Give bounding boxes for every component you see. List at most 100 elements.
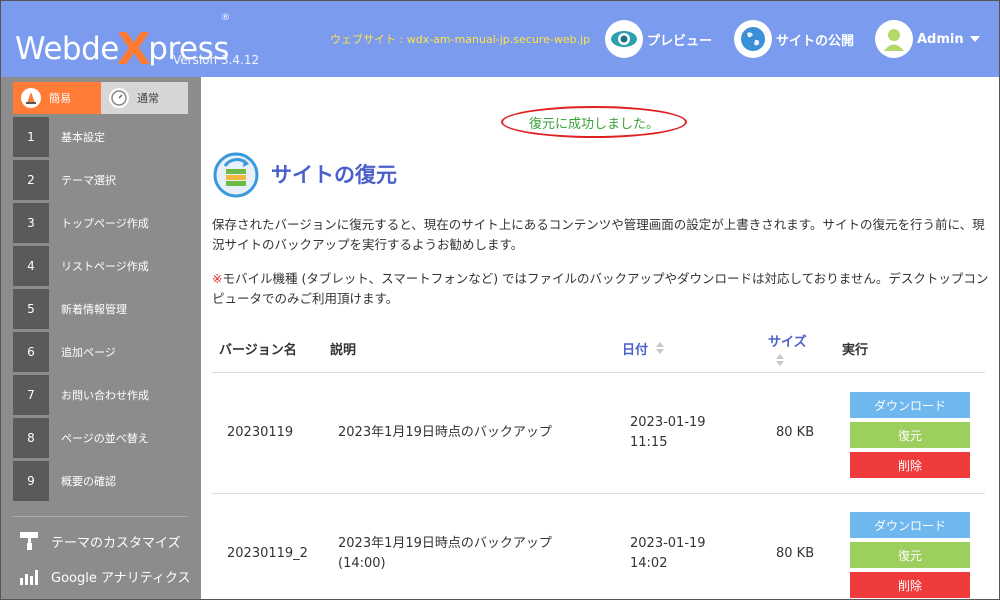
date-cell: 2023-01-19 11:15 [630,413,706,453]
version-cell: 20230119 [227,425,294,440]
column-header-description: 説明 [330,342,357,358]
eye-icon [605,20,643,58]
description-line: 2023年1月19日時点のバックアップ [338,536,552,551]
sidebar-divider [13,516,188,517]
restore-description: 保存されたバージョンに復元すると、現在のサイト上にあるコンテンツや管理画面の設定… [212,217,985,252]
theme-customize-label: テーマのカスタマイズ [51,535,181,551]
logo-x: X [116,24,151,75]
description-cell: 2023年1月19日時点のバックアップ (14:00) [338,534,552,574]
preview-button[interactable]: プレビュー [605,19,712,59]
sort-icon [776,353,784,366]
sidebar-item-label: リストページ作成 [61,260,149,273]
publish-label: サイトの公開 [776,33,855,49]
sidebar-item-additional-page[interactable]: 6 追加ページ [13,332,201,372]
sidebar-item-theme-select[interactable]: 2 テーマ選択 [13,160,201,200]
size-header-label: サイズ [768,334,807,350]
app-frame: WebdeXpress ® Version 3.4.12 ウェブサイト : wdx… [0,0,1000,600]
time-value: 14:02 [630,556,668,571]
sort-icon [656,342,665,354]
date-value: 2023-01-19 [630,536,706,551]
size-cell: 80 KB [776,546,815,561]
size-cell: 80 KB [776,425,815,440]
google-analytics-label: Google アナリティクス [51,570,191,586]
logo-text-pre: Webde [15,31,119,67]
date-value: 2023-01-19 [630,415,706,430]
publish-site-button[interactable]: サイトの公開 [734,19,854,59]
theme-customize-link[interactable]: テーマのカスタマイズ [19,531,181,551]
step-number: 6 [13,332,49,372]
sidebar-item-label: 概要の確認 [61,475,116,488]
mode-simple-icon [21,88,41,108]
mode-tab-label: 簡易 [49,92,71,105]
mode-tabs: 簡易 通常 [13,82,188,114]
date-header-label: 日付 [622,342,649,358]
description-line: (14:00) [338,556,386,571]
sidebar-item-top-page[interactable]: 3 トップページ作成 [13,203,201,243]
sidebar-item-contact[interactable]: 7 お問い合わせ作成 [13,375,201,415]
description-cell: 2023年1月19日時点のバックアップ [338,423,552,443]
step-number: 3 [13,203,49,243]
main-content: 復元に成功しました。 サイトの復元 保存されたバージョンに復元すると、現在のサイ… [201,77,999,599]
sidebar-item-label: 新着情報管理 [61,303,127,316]
success-highlight: 復元に成功しました。 [501,106,687,138]
sidebar-item-label: 追加ページ [61,346,116,359]
version-cell: 20230119_2 [227,546,308,561]
description-line: 2023年1月19日時点のバックアップ [338,425,552,440]
mode-tab-simple[interactable]: 簡易 [13,82,101,114]
header-bar: WebdeXpress ® Version 3.4.12 ウェブサイト : wdx… [1,1,999,77]
table-row: 20230119 2023年1月19日時点のバックアップ 2023-01-19 … [212,373,985,494]
gauge-icon [109,88,129,108]
admin-label: Admin [917,31,964,47]
google-analytics-link[interactable]: Google アナリティクス [19,566,191,586]
mode-tab-label: 通常 [137,92,159,105]
delete-button[interactable]: 削除 [850,572,970,598]
backup-restore-icon [213,152,259,198]
sidebar-item-basic-settings[interactable]: 1 基本設定 [13,117,201,157]
step-number: 8 [13,418,49,458]
date-cell: 2023-01-19 14:02 [630,534,706,574]
step-number: 1 [13,117,49,157]
column-header-size[interactable]: サイズ [768,323,807,373]
step-number: 5 [13,289,49,329]
success-message: 復元に成功しました。 [528,116,659,132]
globe-icon [734,20,772,58]
sidebar-item-label: テーマ選択 [61,174,116,187]
site-url[interactable]: ウェブサイト : wdx-am-manual-jp.secure-web.jp [330,31,590,47]
sidebar-item-news[interactable]: 5 新着情報管理 [13,289,201,329]
column-header-action: 実行 [842,342,869,358]
backup-table: バージョン名 説明 日付 サイズ 実行 20230119 2023年1月19日時… [212,323,985,599]
mobile-note: ※モバイル機種 (タブレット、スマートフォンなど) ではファイルのバックアップや… [212,269,990,309]
table-header: バージョン名 説明 日付 サイズ 実行 [212,323,985,373]
table-row: 20230119_2 2023年1月19日時点のバックアップ (14:00) 2… [212,494,985,599]
step-number: 9 [13,461,49,501]
sidebar: 簡易 通常 1 基本設定 2 テーマ選択 3 トップページ作成 4 リストページ作成 5… [1,77,201,599]
sidebar-nav: 1 基本設定 2 テーマ選択 3 トップページ作成 4 リストページ作成 5 新着情報管理… [13,117,201,504]
app-version: Version 3.4.12 [173,53,260,67]
download-button[interactable]: ダウンロード [850,392,970,418]
delete-button[interactable]: 削除 [850,452,970,478]
sidebar-item-list-page[interactable]: 4 リストページ作成 [13,246,201,286]
sidebar-item-overview[interactable]: 9 概要の確認 [13,461,201,501]
page-title: サイトの復元 [271,163,397,187]
step-number: 2 [13,160,49,200]
logo-registered-mark: ® [221,13,230,23]
restore-button[interactable]: 復元 [850,422,970,448]
sidebar-item-page-order[interactable]: 8 ページの並べ替え [13,418,201,458]
note-text: モバイル機種 (タブレット、スマートフォンなど) ではファイルのバックアップやダ… [212,271,989,306]
user-avatar-icon [875,20,913,58]
sidebar-item-label: お問い合わせ作成 [61,389,149,402]
step-number: 7 [13,375,49,415]
column-header-date[interactable]: 日付 [622,323,665,373]
bar-chart-icon [20,570,38,585]
step-number: 4 [13,246,49,286]
time-value: 11:15 [630,435,668,450]
sidebar-item-label: 基本設定 [61,131,105,144]
mode-tab-normal[interactable]: 通常 [101,82,188,114]
sidebar-item-label: ページの並べ替え [61,432,149,445]
download-button[interactable]: ダウンロード [850,512,970,538]
chevron-down-icon [969,36,980,42]
admin-menu-button[interactable]: Admin [875,19,980,59]
paint-roller-icon [20,532,38,550]
restore-button[interactable]: 復元 [850,542,970,568]
preview-label: プレビュー [647,33,713,49]
